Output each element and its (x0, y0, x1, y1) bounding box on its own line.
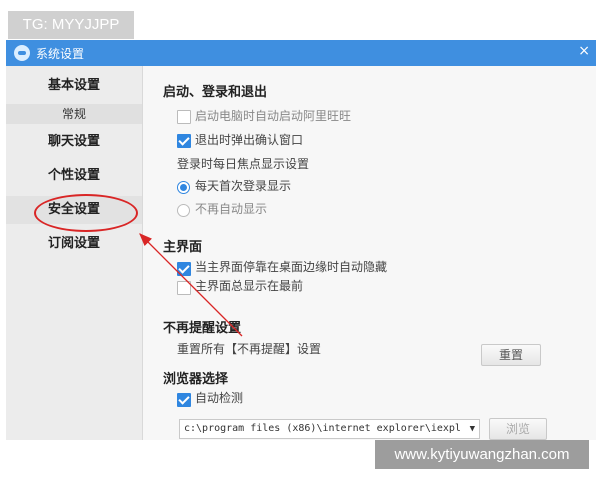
label-autohide: 当主界面停靠在桌面边缘时自动隐藏 (195, 260, 388, 274)
watermark-bottom: www.kytiyuwangzhan.com (375, 440, 589, 469)
browse-button[interactable]: 浏览 (489, 418, 547, 440)
checkbox-autohide[interactable] (177, 262, 191, 276)
section-title-browser: 浏览器选择 (163, 372, 229, 387)
label-always-on-top: 主界面总显示在最前 (195, 279, 304, 293)
watermark-top: TG: MYYJJPP (8, 11, 134, 39)
sidebar-item-personal[interactable]: 个性设置 (6, 162, 142, 190)
window-title: 系统设置 (36, 47, 85, 61)
checkbox-always-on-top[interactable] (177, 281, 191, 295)
label-confirm-exit: 退出时弹出确认窗口 (195, 133, 304, 147)
checkbox-autodetect[interactable] (177, 393, 191, 407)
label-first-login: 每天首次登录显示 (195, 179, 292, 193)
label-focus-display: 登录时每日焦点显示设置 (177, 157, 310, 171)
section-title-reminders: 不再提醒设置 (163, 321, 242, 336)
sidebar: 基本设置 常规 聊天设置 个性设置 安全设置 订阅设置 (6, 66, 143, 440)
settings-content: 启动、登录和退出 启动电脑时自动启动阿里旺旺 退出时弹出确认窗口 登录时每日焦点… (143, 66, 596, 440)
browser-path-value: c:\program files (x86)\internet explorer… (184, 423, 461, 434)
chevron-down-icon[interactable]: ▼ (470, 420, 475, 438)
title-bar[interactable]: 系统设置 × (6, 40, 596, 66)
radio-never-show[interactable] (177, 204, 190, 217)
close-button[interactable]: × (578, 43, 590, 59)
sidebar-subitem-general[interactable]: 常规 (6, 104, 142, 124)
checkbox-autostart[interactable] (177, 110, 191, 124)
sidebar-item-chat[interactable]: 聊天设置 (6, 128, 142, 156)
app-logo-icon (14, 45, 30, 61)
section-title-login: 启动、登录和退出 (163, 85, 268, 100)
label-autostart: 启动电脑时自动启动阿里旺旺 (195, 109, 352, 123)
sidebar-item-subscription[interactable]: 订阅设置 (6, 230, 142, 258)
reset-button[interactable]: 重置 (481, 344, 541, 366)
sidebar-item-security[interactable]: 安全设置 (6, 196, 142, 224)
label-never-show: 不再自动显示 (195, 202, 268, 216)
section-title-main-ui: 主界面 (163, 240, 203, 255)
checkbox-confirm-exit[interactable] (177, 134, 191, 148)
radio-first-login[interactable] (177, 181, 190, 194)
browser-path-select[interactable]: c:\program files (x86)\internet explorer… (179, 419, 480, 439)
label-reset-reminders: 重置所有【不再提醒】设置 (177, 342, 322, 356)
settings-window: 系统设置 × 基本设置 常规 聊天设置 个性设置 安全设置 订阅设置 启动、登录… (6, 40, 596, 440)
sidebar-item-basic[interactable]: 基本设置 (6, 72, 142, 100)
label-autodetect: 自动检测 (195, 391, 244, 405)
